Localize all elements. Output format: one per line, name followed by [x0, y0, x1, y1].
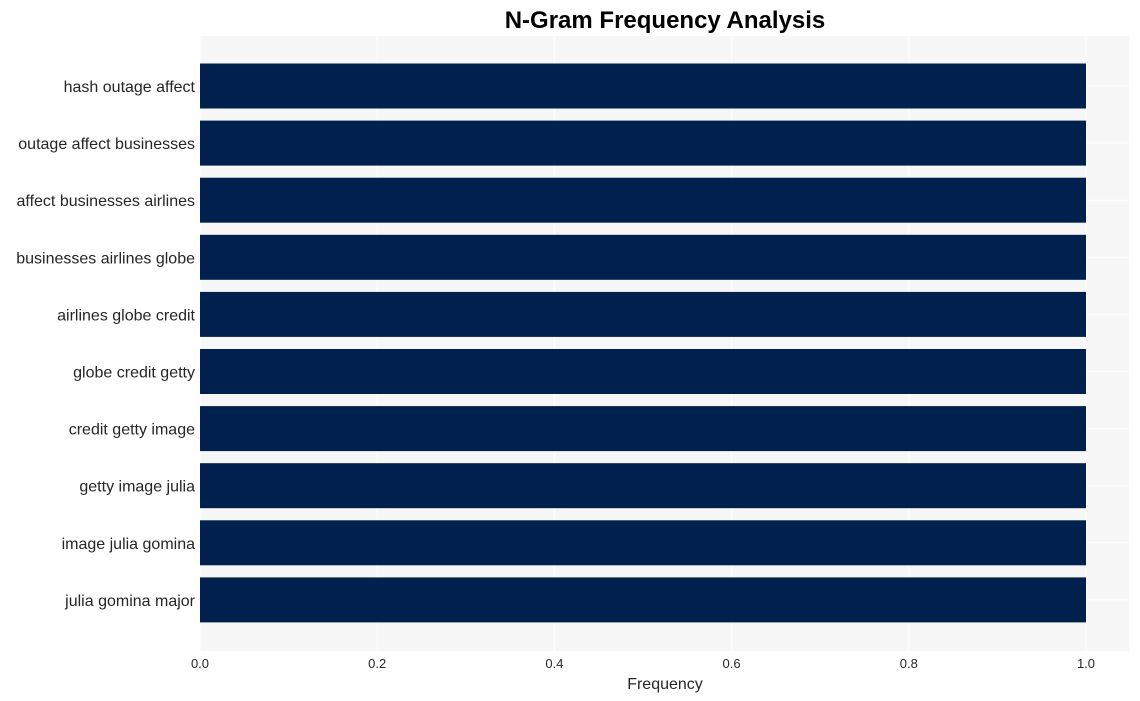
x-tick-labels: 0.0 0.2 0.4 0.6 0.8 1.0 — [191, 656, 1095, 671]
y-tick-label: credit getty image — [69, 422, 195, 439]
bar — [200, 120, 1086, 166]
y-tick-label: affect businesses airlines — [17, 193, 195, 210]
y-tick-label: airlines globe credit — [57, 307, 195, 324]
bar — [200, 291, 1086, 337]
bar — [200, 349, 1086, 394]
y-tick-label: image julia gomina — [62, 536, 196, 553]
bar — [200, 463, 1086, 509]
x-tick-label: 0.6 — [723, 656, 741, 671]
bar — [200, 234, 1086, 280]
bar — [200, 63, 1086, 109]
bar — [200, 520, 1086, 566]
y-tick-label: hash outage affect — [64, 79, 196, 96]
y-tick-label: outage affect businesses — [18, 136, 195, 153]
y-tick-labels: hash outage affect outage affect business… — [16, 79, 195, 610]
y-tick-label: getty image julia — [79, 479, 195, 496]
y-tick-label: julia gomina major — [64, 593, 196, 610]
y-tick-label: globe credit getty — [73, 365, 195, 382]
ngram-frequency-chart: hash outage affect outage affect business… — [16, 7, 1129, 693]
x-tick-label: 0.4 — [545, 656, 563, 671]
bar — [200, 406, 1086, 452]
bar — [200, 577, 1086, 623]
bar — [200, 177, 1086, 223]
x-tick-label: 0.2 — [368, 656, 386, 671]
y-tick-label: businesses airlines globe — [16, 250, 195, 267]
chart-title: N-Gram Frequency Analysis — [505, 7, 826, 34]
x-axis-label: Frequency — [627, 676, 703, 693]
x-tick-label: 0.0 — [191, 656, 209, 671]
x-tick-label: 1.0 — [1077, 656, 1095, 671]
x-tick-label: 0.8 — [900, 656, 918, 671]
